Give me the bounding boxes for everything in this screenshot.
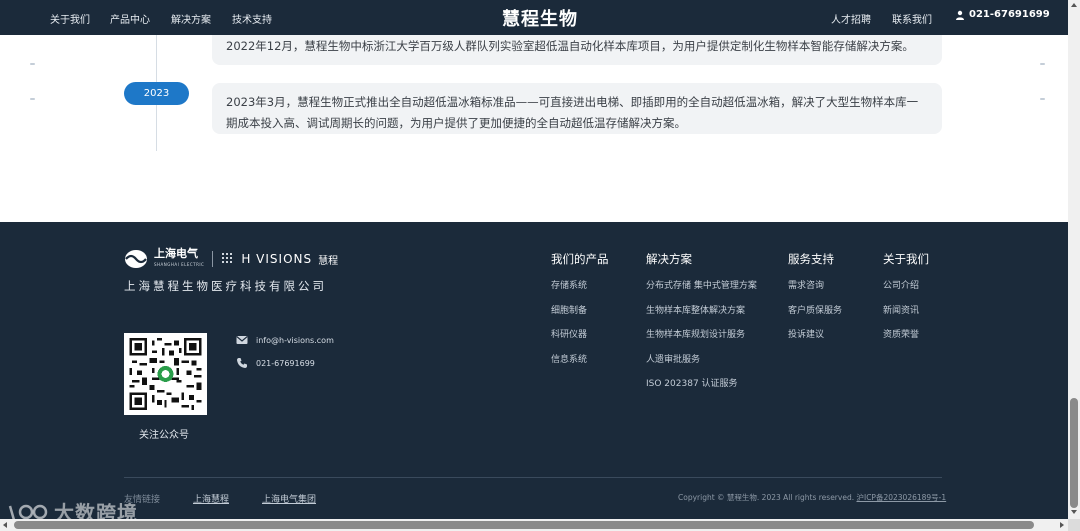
footer-col-about: 关于我们 公司介绍 新闻资讯 资质荣誉: [883, 251, 929, 353]
footer-link[interactable]: 生物样本库整体解决方案: [646, 304, 757, 329]
footer-link[interactable]: 公司介绍: [883, 279, 929, 304]
timeline-dot: [30, 63, 35, 65]
scroll-left-icon[interactable]: [3, 522, 7, 528]
footer-link[interactable]: 投诉建议: [788, 328, 842, 353]
scroll-up-icon[interactable]: [1071, 3, 1077, 7]
user-phone-icon: [956, 10, 964, 20]
footer-link[interactable]: 分布式存储 集中式管理方案: [646, 279, 757, 304]
company-name: 上海慧程生物医疗科技有限公司: [124, 279, 327, 293]
wechat-qr-code: [124, 333, 207, 415]
footer-link[interactable]: 需求咨询: [788, 279, 842, 304]
footer-link[interactable]: 客户质保服务: [788, 304, 842, 329]
footer-link[interactable]: 新闻资讯: [883, 304, 929, 329]
nav-item-careers[interactable]: 人才招聘: [831, 11, 871, 26]
timeline-dot: [30, 98, 35, 100]
brand-divider: [212, 251, 214, 267]
nav-item-solutions[interactable]: 解决方案: [171, 11, 211, 26]
contact-email-text: info@h-visions.com: [256, 335, 334, 345]
phone-icon: [237, 358, 247, 368]
contact-email[interactable]: info@h-visions.com: [236, 334, 334, 346]
contact-phone-text: 021-67691699: [256, 358, 315, 368]
copyright: Copyright © 慧程生物. 2023 All rights reserv…: [678, 492, 946, 503]
vertical-scroll-thumb[interactable]: [1070, 398, 1078, 508]
timeline-card: 2023年3月，慧程生物正式推出全自动超低温冰箱标准品——可直接进出电梯、即插即…: [212, 83, 942, 134]
mail-icon: [236, 336, 248, 344]
footer-link[interactable]: 生物样本库规划设计服务: [646, 328, 757, 353]
footer-link[interactable]: 人遗审批服务: [646, 353, 757, 378]
horizontal-scroll-thumb[interactable]: [14, 521, 1034, 529]
brand-hvisions-cn: 慧程: [318, 255, 339, 267]
brand-hvisions: H VISIONS: [241, 252, 313, 266]
footer-link[interactable]: 细胞制备: [551, 304, 609, 329]
footer-col-title[interactable]: 我们的产品: [551, 251, 609, 267]
footer-link[interactable]: 资质荣誉: [883, 328, 929, 353]
footer-col-support: 服务支持 需求咨询 客户质保服务 投诉建议: [788, 251, 842, 353]
nav-item-products[interactable]: 产品中心: [110, 11, 150, 26]
nav-item-support[interactable]: 技术支持: [232, 11, 272, 26]
horizontal-scrollbar[interactable]: [0, 519, 1068, 531]
scroll-right-icon[interactable]: [1060, 522, 1064, 528]
qr-code-icon: [129, 338, 202, 410]
friend-link-shanghai-huicheng[interactable]: 上海慧程: [193, 492, 229, 505]
site-footer: 上海电气 SHANGHAI ELECTRIC H VISIONS 慧程 上海慧程…: [0, 222, 1068, 519]
scrollbar-corner: [1068, 519, 1080, 531]
footer-link[interactable]: 信息系统: [551, 353, 609, 378]
timeline-card: 2022年12月，慧程生物中标浙江大学百万级人群队列实验室超低温自动化样本库项目…: [212, 35, 942, 65]
year-badge[interactable]: 2023: [124, 82, 189, 105]
timeline-dot: [1040, 98, 1045, 100]
nav-item-contact[interactable]: 联系我们: [892, 11, 932, 26]
vertical-scrollbar[interactable]: [1068, 0, 1080, 519]
footer-col-products: 我们的产品 存储系统 细胞制备 科研仪器 信息系统: [551, 251, 609, 377]
brand-shanghai-electric: 上海电气 SHANGHAI ELECTRIC: [154, 248, 204, 270]
footer-col-title[interactable]: 服务支持: [788, 251, 842, 267]
shanghai-electric-logo-icon: [125, 250, 147, 268]
nav-item-about[interactable]: 关于我们: [50, 11, 90, 26]
hvisions-grid-icon: [222, 253, 233, 263]
nav-phone[interactable]: 021-67691699: [955, 9, 1050, 20]
scroll-down-icon[interactable]: [1071, 510, 1077, 514]
footer-brand[interactable]: 上海电气 SHANGHAI ELECTRIC H VISIONS 慧程: [124, 248, 338, 270]
qr-caption: 关注公众号: [139, 430, 189, 441]
footer-col-solutions: 解决方案 分布式存储 集中式管理方案 生物样本库整体解决方案 生物样本库规划设计…: [646, 251, 757, 402]
copyright-text: Copyright © 慧程生物. 2023 All rights reserv…: [678, 493, 855, 502]
brand-se-en: SHANGHAI ELECTRIC: [154, 262, 205, 267]
icp-link[interactable]: 沪ICP备2023026189号-1: [856, 493, 946, 502]
timeline-dot: [1040, 63, 1045, 65]
contact-phone[interactable]: 021-67691699: [236, 357, 315, 369]
timeline-text-line: 期成本投入高、调试周期长的问题，为用户提供了更加便捷的全自动超低温存储解决方案。: [226, 116, 686, 130]
footer-link[interactable]: 存储系统: [551, 279, 609, 304]
footer-col-title[interactable]: 关于我们: [883, 251, 929, 267]
footer-divider: [124, 477, 942, 478]
footer-col-title[interactable]: 解决方案: [646, 251, 757, 267]
site-logo[interactable]: 慧程生物: [502, 5, 578, 31]
footer-link[interactable]: ISO 202387 认证服务: [646, 377, 757, 402]
friend-link-shanghai-electric[interactable]: 上海电气集团: [262, 492, 316, 505]
timeline-text-line: 2023年3月，慧程生物正式推出全自动超低温冰箱标准品——可直接进出电梯、即插即…: [226, 95, 919, 109]
top-nav: 关于我们 产品中心 解决方案 技术支持 慧程生物 人才招聘 联系我们 021-6…: [0, 0, 1068, 35]
timeline-text: 2022年12月，慧程生物中标浙江大学百万级人群队列实验室超低温自动化样本库项目…: [226, 39, 914, 53]
nav-phone-number: 021-67691699: [969, 9, 1050, 20]
footer-link[interactable]: 科研仪器: [551, 328, 609, 353]
